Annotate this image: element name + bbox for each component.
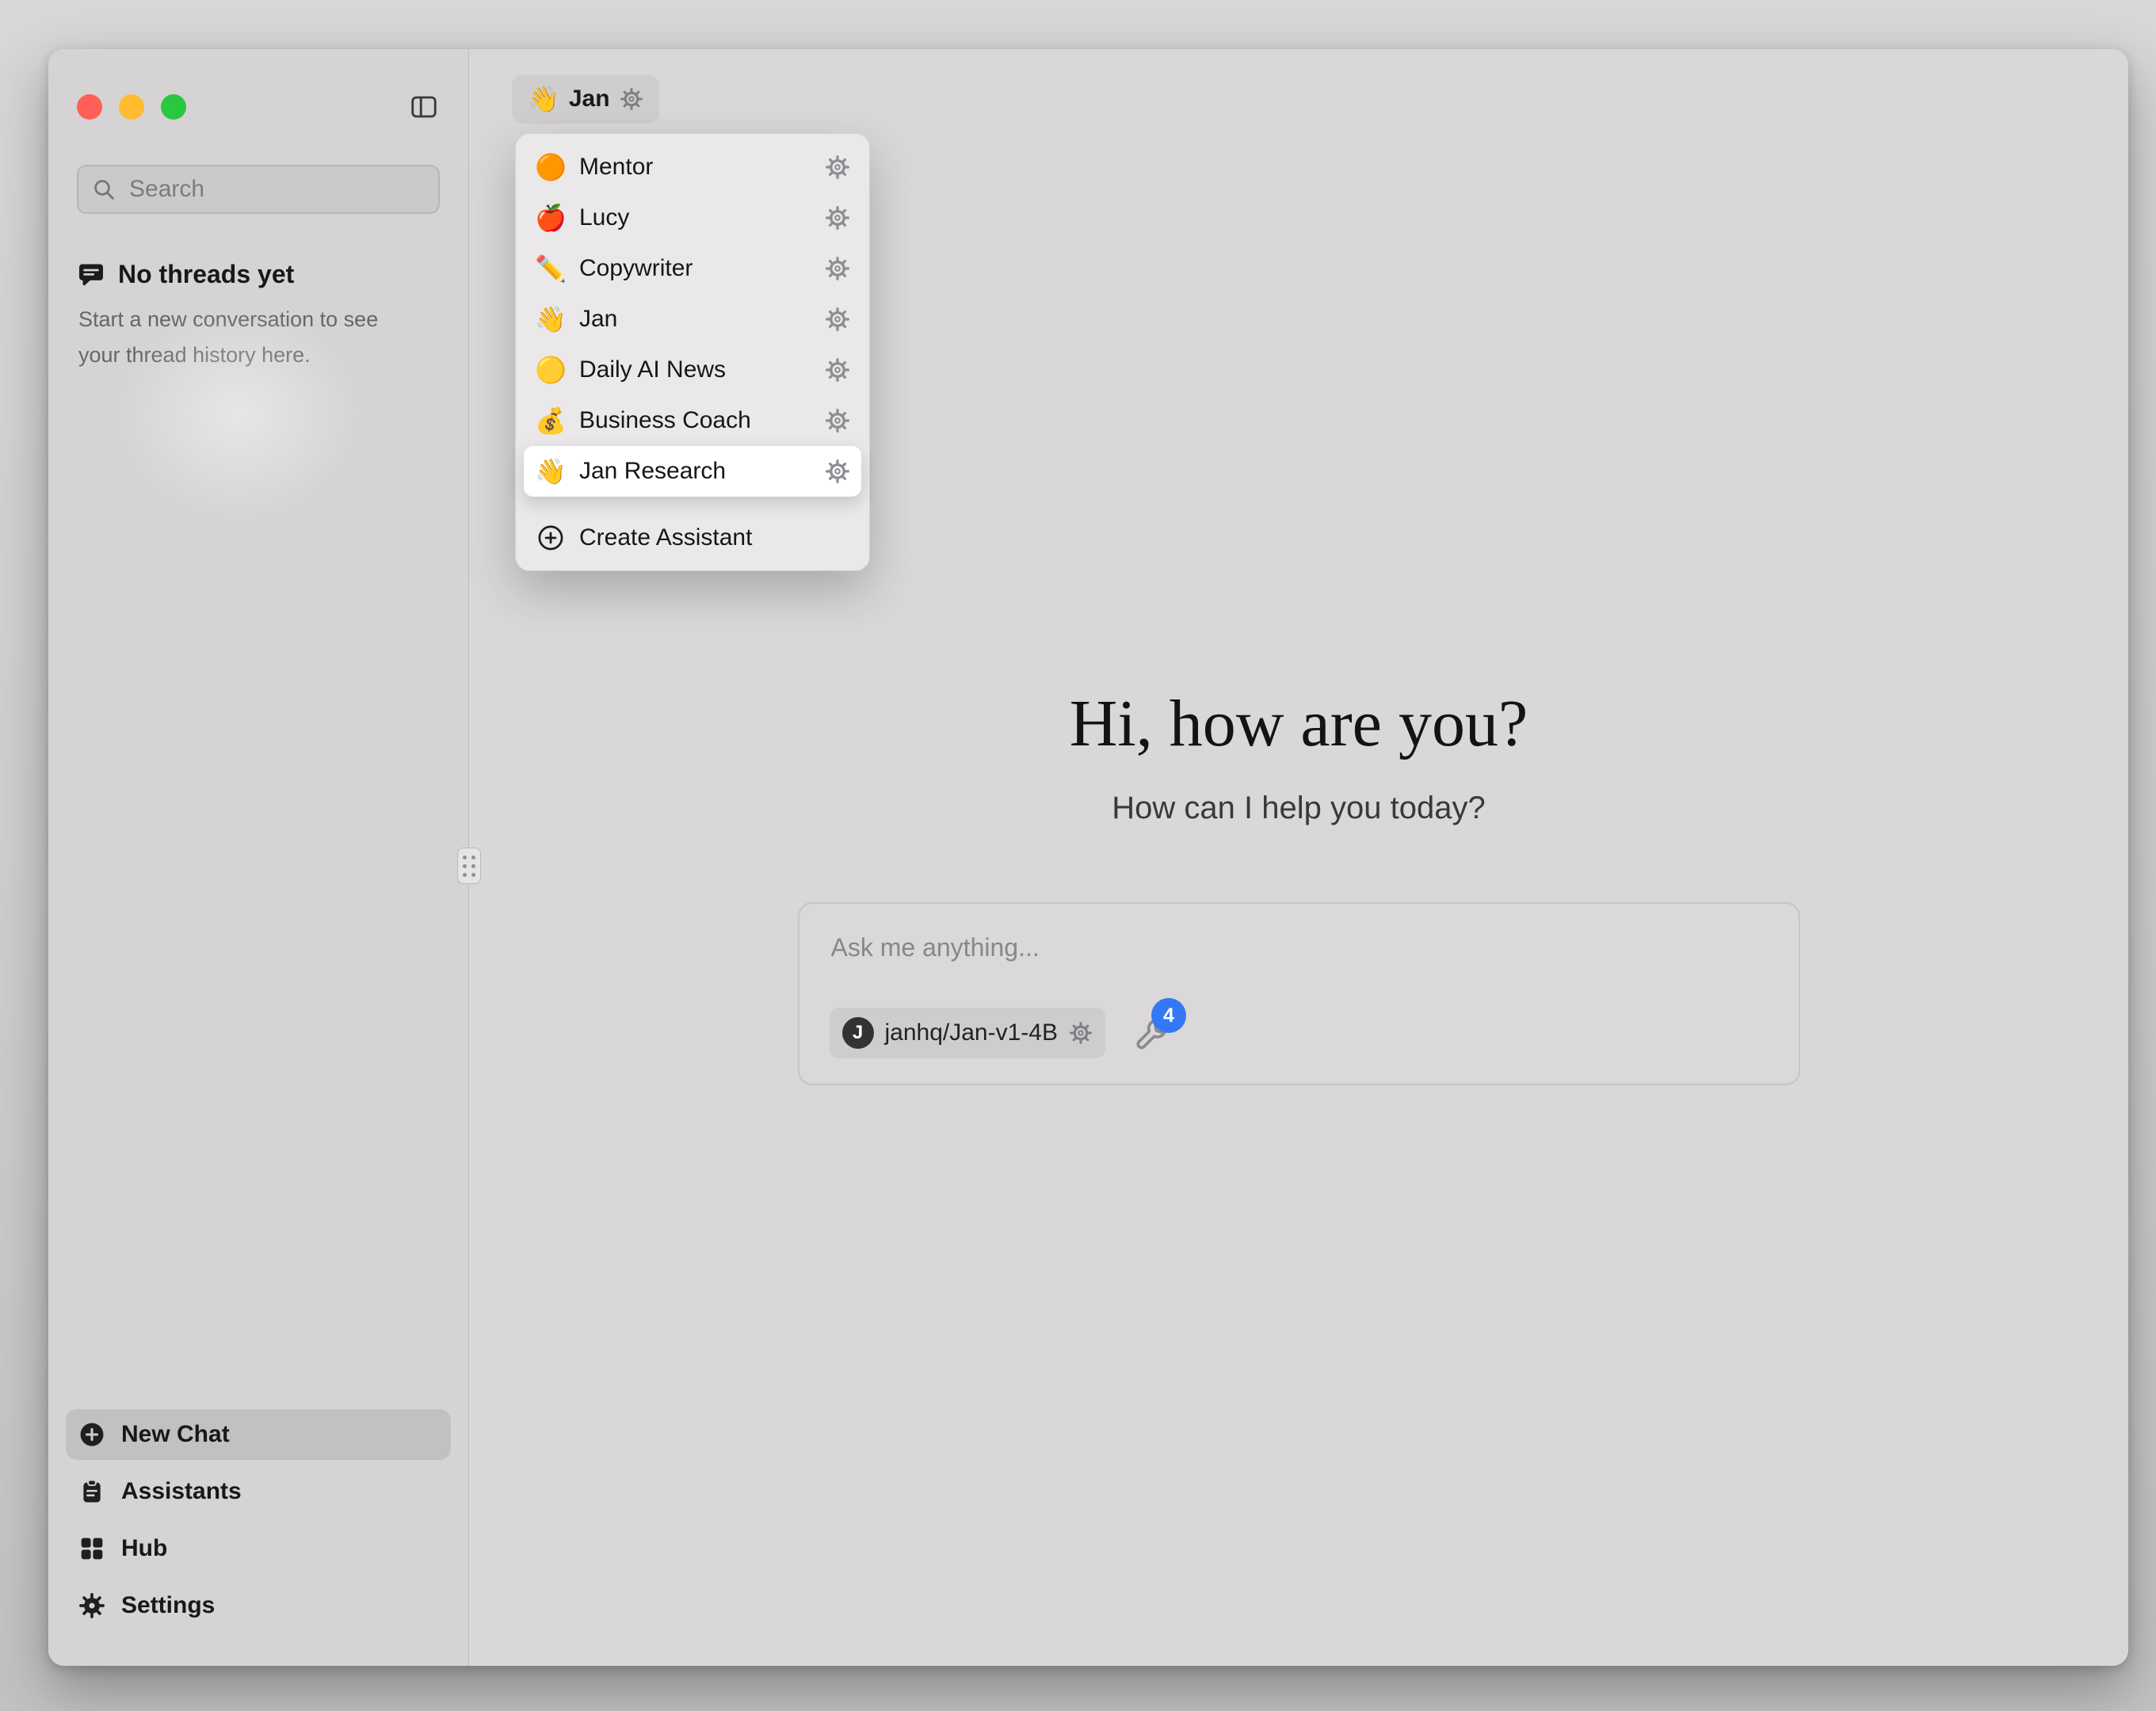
- composer: J janhq/Jan-v1-4B 4: [798, 902, 1800, 1085]
- titlebar: [77, 49, 440, 165]
- tools-count-badge: 4: [1151, 998, 1186, 1033]
- assistant-item-gear-icon[interactable]: [825, 357, 850, 383]
- nav-label-hub: Hub: [121, 1535, 167, 1562]
- sidebar-item-settings[interactable]: Settings: [66, 1580, 451, 1631]
- threads-empty-state: No threads yet Start a new conversation …: [77, 260, 440, 373]
- assistant-item-emoji: ✏️: [535, 256, 567, 281]
- model-settings-icon[interactable]: [1069, 1021, 1093, 1045]
- grip-dot: [463, 873, 467, 877]
- search-field[interactable]: [77, 165, 440, 214]
- assistant-menu: 🟠 Mentor 🍎 Lucy ✏️ Copywriter 👋 Jan 🟡: [515, 133, 870, 571]
- hub-icon: [78, 1535, 105, 1562]
- greeting-title: Hi, how are you?: [1070, 685, 1528, 762]
- assistant-menu-item-business-coach[interactable]: 💰 Business Coach: [524, 395, 861, 446]
- grip-dot: [463, 856, 467, 859]
- assistant-menu-item-lucy[interactable]: 🍎 Lucy: [524, 192, 861, 243]
- empty-state-title: No threads yet: [118, 260, 294, 289]
- create-assistant-button[interactable]: Create Assistant: [524, 513, 861, 562]
- main-area: 👋 Jan 🟠 Mentor 🍎 Lucy ✏️ Copywriter 👋: [469, 49, 2128, 1666]
- assistant-item-gear-icon[interactable]: [825, 408, 850, 433]
- minimize-button[interactable]: [119, 94, 144, 120]
- nav-label-settings: Settings: [121, 1592, 215, 1619]
- assistant-item-emoji: 💰: [535, 408, 567, 433]
- nav-label-new-chat: New Chat: [121, 1421, 230, 1448]
- tools-button[interactable]: 4: [1134, 1014, 1172, 1052]
- assistant-menu-item-jan-research[interactable]: 👋 Jan Research: [524, 446, 861, 497]
- chat-input[interactable]: [830, 932, 1769, 963]
- empty-state-description: Start a new conversation to see your thr…: [78, 302, 419, 373]
- sidebar-item-assistants[interactable]: Assistants: [66, 1466, 451, 1517]
- assistant-item-gear-icon[interactable]: [825, 256, 850, 281]
- assistant-item-emoji: 🟠: [535, 154, 567, 180]
- sidebar-nav: New Chat Assistants Hub Settings: [66, 1409, 451, 1666]
- assistant-item-label: Jan Research: [579, 458, 812, 485]
- search-input[interactable]: [128, 175, 425, 204]
- assistant-emoji: 👋: [528, 86, 559, 112]
- assistant-menu-item-mentor[interactable]: 🟠 Mentor: [524, 142, 861, 192]
- assistant-item-emoji: 🍎: [535, 205, 567, 231]
- assistant-item-label: Copywriter: [579, 255, 812, 282]
- assistant-item-emoji: 🟡: [535, 357, 567, 383]
- model-selector[interactable]: J janhq/Jan-v1-4B: [830, 1008, 1105, 1058]
- assistant-menu-item-copywriter[interactable]: ✏️ Copywriter: [524, 243, 861, 294]
- model-avatar: J: [842, 1017, 874, 1049]
- assistants-icon: [78, 1478, 105, 1505]
- assistant-item-gear-icon[interactable]: [825, 459, 850, 484]
- gear-icon: [78, 1592, 105, 1619]
- assistant-name: Jan: [569, 86, 610, 112]
- assistant-item-emoji: 👋: [535, 459, 567, 484]
- traffic-lights: [77, 94, 186, 120]
- assistant-item-gear-icon[interactable]: [825, 307, 850, 332]
- grip-dot: [471, 856, 475, 859]
- assistant-item-label: Jan: [579, 306, 812, 333]
- assistant-item-gear-icon[interactable]: [825, 154, 850, 180]
- nav-label-assistants: Assistants: [121, 1478, 242, 1505]
- plus-circle-icon: [78, 1421, 105, 1448]
- assistant-item-label: Business Coach: [579, 407, 812, 434]
- assistant-menu-item-daily-ai-news[interactable]: 🟡 Daily AI News: [524, 345, 861, 395]
- assistant-item-label: Lucy: [579, 204, 812, 231]
- assistant-item-emoji: 👋: [535, 307, 567, 332]
- chat-bubble-icon: [77, 261, 105, 289]
- grip-dot: [471, 864, 475, 868]
- grip-dot: [463, 864, 467, 868]
- assistant-item-label: Mentor: [579, 154, 812, 181]
- assistant-item-label: Daily AI News: [579, 356, 812, 383]
- plus-outline-icon: [536, 524, 565, 552]
- app-window: No threads yet Start a new conversation …: [48, 49, 2128, 1666]
- search-icon: [91, 177, 116, 202]
- sidebar-toggle-icon: [408, 93, 440, 121]
- assistant-menu-item-jan[interactable]: 👋 Jan: [524, 294, 861, 345]
- sidebar-resize-handle[interactable]: [457, 848, 481, 884]
- zoom-button[interactable]: [161, 94, 186, 120]
- model-name: janhq/Jan-v1-4B: [885, 1019, 1058, 1046]
- assistant-settings-icon[interactable]: [620, 87, 643, 111]
- sidebar-item-hub[interactable]: Hub: [66, 1523, 451, 1574]
- sidebar-toggle-button[interactable]: [408, 93, 440, 121]
- grip-dot: [471, 873, 475, 877]
- greeting-subtitle: How can I help you today?: [1112, 791, 1485, 826]
- assistant-item-gear-icon[interactable]: [825, 205, 850, 231]
- create-assistant-label: Create Assistant: [579, 524, 752, 551]
- sidebar: No threads yet Start a new conversation …: [48, 49, 469, 1666]
- assistant-selector[interactable]: 👋 Jan: [512, 74, 659, 124]
- new-chat-button[interactable]: New Chat: [66, 1409, 451, 1460]
- close-button[interactable]: [77, 94, 102, 120]
